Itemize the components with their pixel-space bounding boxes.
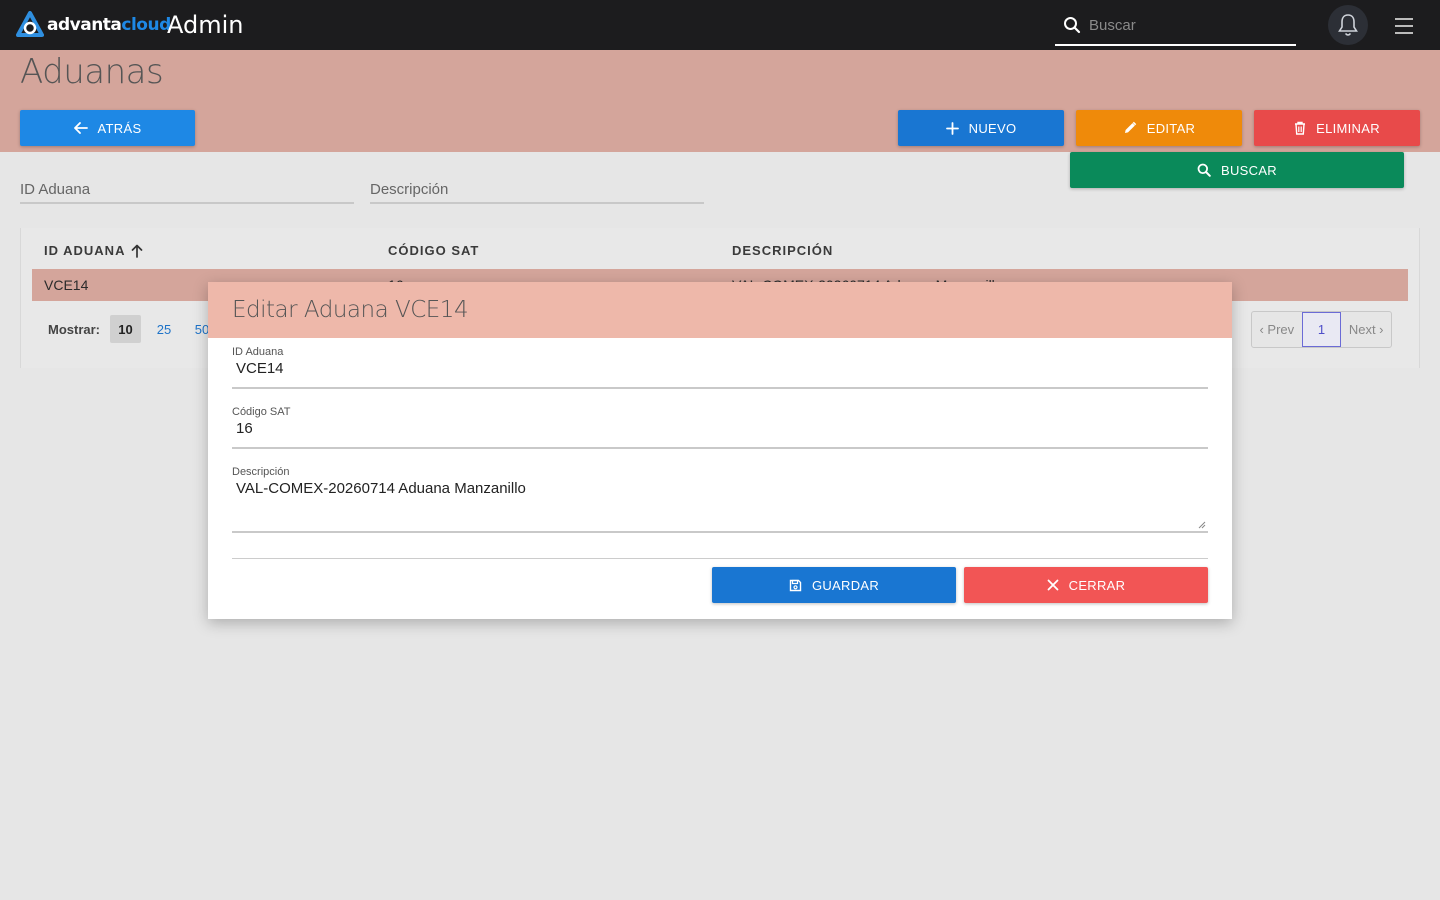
brand-name: advantacloud [47, 15, 171, 35]
column-header-descripcion[interactable]: DESCRIPCIÓN [732, 243, 833, 258]
app-title: Admin [167, 11, 244, 39]
trash-icon [1295, 121, 1306, 135]
column-header-codigo-sat[interactable]: CÓDIGO SAT [388, 243, 479, 258]
edit-button[interactable]: EDITAR [1076, 110, 1242, 146]
floppy-disk-icon [789, 579, 802, 591]
codigo-sat-label: Código SAT [232, 406, 291, 418]
cell-id-aduana: VCE14 [44, 277, 89, 293]
page-size-label: Mostrar: [48, 322, 101, 337]
notifications-button[interactable] [1328, 5, 1368, 45]
codigo-sat-field[interactable]: Código SAT 16 [232, 406, 1208, 449]
descripcion-label: Descripción [232, 466, 290, 478]
page-size-10[interactable]: 10 [110, 315, 141, 343]
top-navbar: advantacloud Admin [0, 0, 1440, 50]
bell-icon [1338, 14, 1358, 36]
advanta-logo-icon [16, 11, 44, 37]
resize-handle-icon[interactable] [1198, 521, 1206, 529]
descripcion-value[interactable]: VAL-COMEX-20260714 Aduana Manzanillo [236, 480, 1208, 497]
modal-divider [232, 558, 1208, 559]
global-search[interactable] [1055, 6, 1296, 46]
search-input[interactable] [1089, 16, 1279, 34]
page-title: Aduanas [20, 52, 164, 92]
search-button[interactable]: BUSCAR [1070, 152, 1404, 188]
pagination-prev[interactable]: ‹ Prev [1252, 312, 1302, 347]
descripcion-textarea[interactable]: Descripción VAL-COMEX-20260714 Aduana Ma… [232, 466, 1208, 533]
search-icon [1064, 17, 1081, 34]
page-size-25[interactable]: 25 [150, 315, 178, 343]
brand-logo[interactable]: advantacloud [16, 11, 171, 39]
filter-descripcion[interactable]: Descripción [370, 178, 704, 204]
id-aduana-value[interactable]: VCE14 [236, 360, 1208, 377]
delete-button[interactable]: ELIMINAR [1254, 110, 1420, 146]
back-button[interactable]: ATRÁS [20, 110, 195, 146]
id-aduana-field[interactable]: ID Aduana VCE14 [232, 346, 1208, 389]
arrow-left-icon [73, 122, 88, 134]
column-header-id-aduana[interactable]: ID ADUANA [44, 243, 143, 258]
save-button[interactable]: GUARDAR [712, 567, 956, 603]
new-button[interactable]: NUEVO [898, 110, 1064, 146]
modal-title: Editar Aduana VCE14 [232, 297, 469, 323]
codigo-sat-value[interactable]: 16 [236, 420, 1208, 437]
hamburger-menu-icon[interactable] [1392, 14, 1416, 38]
pencil-icon [1124, 121, 1136, 133]
pagination-next[interactable]: Next › [1341, 312, 1391, 347]
sort-ascending-icon [132, 244, 143, 258]
pagination: ‹ Prev 1 Next › [1251, 311, 1392, 348]
modal-header: Editar Aduana VCE14 [208, 282, 1232, 338]
id-aduana-label: ID Aduana [232, 346, 284, 358]
search-icon [1197, 163, 1211, 177]
filter-id-aduana[interactable]: ID Aduana [20, 178, 354, 204]
plus-icon [945, 121, 959, 135]
edit-modal: Editar Aduana VCE14 ID Aduana VCE14 Códi… [208, 282, 1232, 619]
close-icon [1047, 579, 1059, 591]
close-button[interactable]: CERRAR [964, 567, 1208, 603]
pagination-page-1[interactable]: 1 [1301, 312, 1342, 347]
